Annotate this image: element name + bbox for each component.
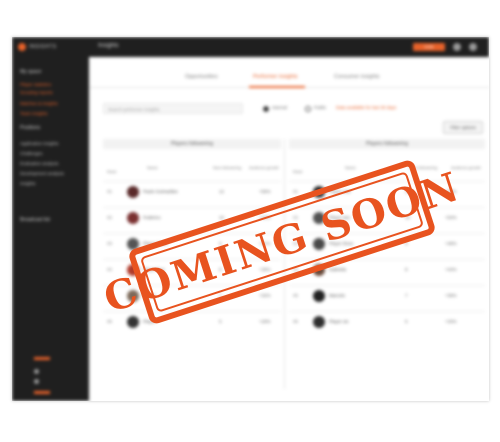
row-value: +54% bbox=[445, 215, 457, 220]
active-tab-indicator bbox=[249, 86, 305, 88]
row-value: +29% bbox=[259, 319, 271, 324]
row-rank: #3 bbox=[107, 241, 113, 246]
row-divider bbox=[103, 181, 281, 182]
row-value: +56% bbox=[259, 189, 271, 194]
app-logo[interactable]: INSIGHTS bbox=[18, 43, 60, 51]
row-rank: #1 bbox=[107, 189, 113, 194]
brand-mark bbox=[34, 357, 50, 360]
row-rank: #2 bbox=[107, 215, 113, 220]
avatar[interactable] bbox=[127, 212, 139, 224]
tab-performer-insights[interactable]: Performer insights bbox=[253, 74, 298, 80]
sidebar-item[interactable]: Matches & insights bbox=[20, 101, 58, 106]
invite-button[interactable]: Invite bbox=[413, 43, 445, 51]
panel-title: Players followering bbox=[103, 139, 281, 149]
radio-public[interactable] bbox=[305, 106, 311, 112]
column-header: New followering bbox=[213, 165, 242, 170]
column-header: Rank bbox=[107, 169, 117, 174]
sidebar: My space Player statistics Scouting repo… bbox=[12, 57, 89, 401]
sidebar-item[interactable]: Evaluation analysis bbox=[20, 161, 59, 166]
sidebar-group-label: My space bbox=[20, 69, 42, 75]
notice-text: Data available for last 30 days bbox=[336, 105, 397, 110]
user-avatar-icon[interactable] bbox=[469, 43, 477, 51]
info-icon[interactable] bbox=[34, 379, 39, 384]
sidebar-item[interactable]: Insights bbox=[20, 181, 36, 186]
row-value: 5 bbox=[219, 319, 222, 324]
row-value: +33% bbox=[445, 319, 457, 324]
row-value: 12 bbox=[219, 189, 225, 194]
column-header: Rank bbox=[293, 169, 303, 174]
brand-mark bbox=[34, 391, 50, 394]
page-title: Insights bbox=[98, 43, 119, 49]
sidebar-group-label: Broadcast list bbox=[20, 217, 51, 223]
row-name: Gabriela bbox=[329, 267, 347, 272]
row-value: +32% bbox=[259, 293, 271, 298]
row-value: 8 bbox=[405, 267, 408, 272]
top-bar: INSIGHTS Insights Invite bbox=[12, 37, 489, 57]
sidebar-item[interactable]: Application insights bbox=[20, 141, 59, 146]
column-header: Audience growth bbox=[249, 165, 279, 170]
row-name: Marcelo bbox=[329, 293, 346, 298]
row-rank: #1 bbox=[293, 189, 299, 194]
avatar[interactable] bbox=[127, 316, 139, 328]
help-icon[interactable] bbox=[34, 369, 39, 374]
row-divider bbox=[289, 285, 485, 286]
row-value: +44% bbox=[445, 267, 457, 272]
radio-label: Internal bbox=[272, 105, 288, 110]
sidebar-item[interactable]: Player statistics bbox=[20, 82, 51, 87]
row-divider bbox=[103, 207, 281, 208]
column-header: Audience growth bbox=[451, 165, 481, 170]
filter-button[interactable]: Filter options bbox=[443, 121, 483, 134]
row-name: Paulo Guimarães bbox=[143, 189, 178, 194]
sidebar-item[interactable]: Challenges bbox=[20, 151, 43, 156]
row-rank: #6 bbox=[293, 319, 299, 324]
sidebar-item[interactable]: Development analysis bbox=[20, 171, 64, 176]
search-input[interactable]: Search performer insights bbox=[103, 103, 243, 114]
sidebar-item[interactable]: Scouting reports bbox=[20, 90, 53, 95]
avatar[interactable] bbox=[127, 186, 139, 198]
tab-bar: Opportunities Performer insights Consume… bbox=[89, 71, 489, 88]
panel-title: Players followering bbox=[289, 139, 485, 149]
logo-text: INSIGHTS bbox=[29, 44, 57, 50]
logo-icon bbox=[18, 43, 26, 51]
row-value: +48% bbox=[445, 241, 457, 246]
row-rank: #4 bbox=[107, 267, 113, 272]
radio-label: Public bbox=[314, 105, 327, 110]
sidebar-group-label: Positions bbox=[20, 125, 41, 131]
row-name: Player six bbox=[329, 319, 349, 324]
avatar[interactable] bbox=[313, 290, 325, 302]
row-value: 7 bbox=[405, 293, 408, 298]
row-value: 5 bbox=[405, 319, 408, 324]
row-rank: #5 bbox=[293, 293, 299, 298]
tab-opportunities[interactable]: Opportunities bbox=[185, 74, 218, 80]
row-divider bbox=[289, 311, 485, 312]
radio-internal[interactable] bbox=[263, 106, 269, 112]
avatar[interactable] bbox=[313, 316, 325, 328]
row-name: Federico bbox=[143, 215, 161, 220]
column-header: Name bbox=[345, 165, 356, 170]
settings-icon[interactable] bbox=[453, 43, 461, 51]
sidebar-item[interactable]: Team insights bbox=[20, 111, 48, 116]
app-window: INSIGHTS Insights Invite My space Player… bbox=[12, 37, 489, 401]
column-header: Name bbox=[147, 165, 158, 170]
tab-consumer-insights[interactable]: Consumer insights bbox=[334, 74, 380, 80]
row-value: +39% bbox=[445, 293, 457, 298]
